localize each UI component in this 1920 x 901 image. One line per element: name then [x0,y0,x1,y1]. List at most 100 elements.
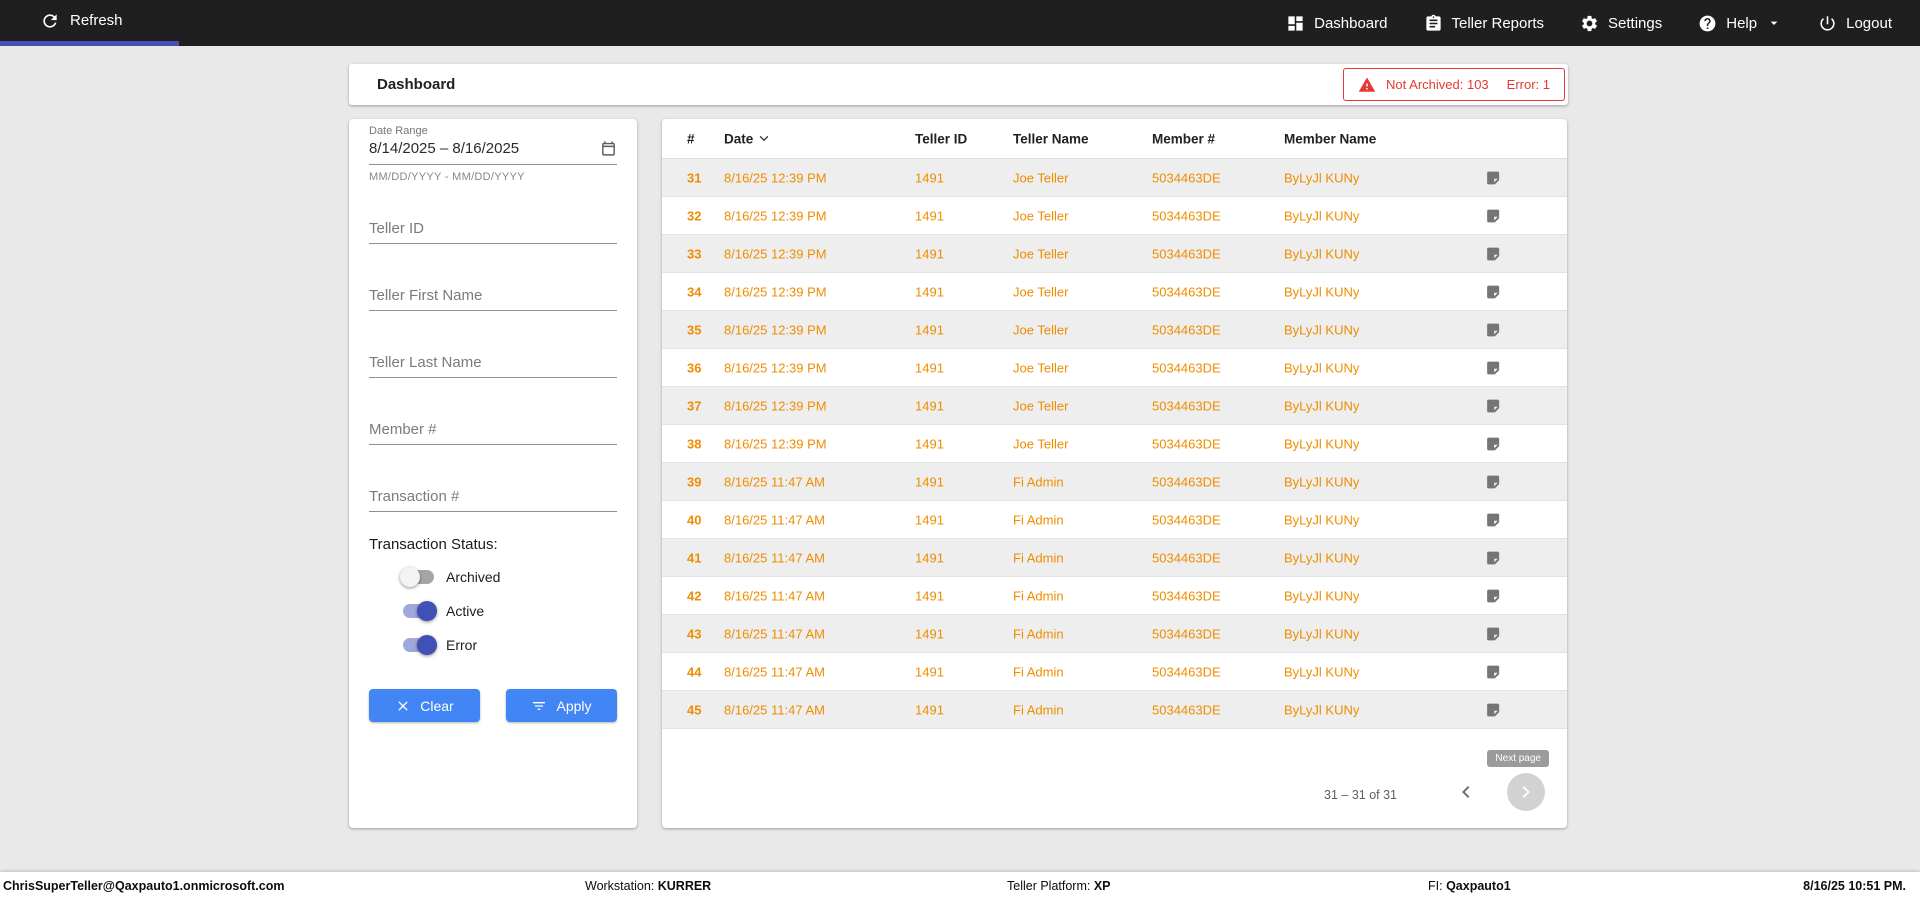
row-teller-id: 1491 [915,474,944,489]
prev-page-button[interactable] [1447,773,1485,811]
row-member-name: ByLyJl KUNy [1284,246,1360,261]
row-teller-id: 1491 [915,664,944,679]
row-member-name: ByLyJl KUNy [1284,588,1360,603]
clear-button[interactable]: Clear [369,689,480,722]
footer-platform-label: Teller Platform: [1007,879,1091,893]
table-row[interactable]: 35 8/16/25 12:39 PM 1491 Joe Teller 5034… [662,311,1567,349]
note-icon[interactable] [1485,321,1502,338]
note-icon[interactable] [1485,549,1502,566]
teller-last-name-input[interactable] [369,350,617,378]
row-member-name: ByLyJl KUNy [1284,170,1360,185]
nav-help[interactable]: Help [1698,14,1782,33]
toggle-error[interactable]: Error [400,631,477,659]
alert-error-count: Error: 1 [1506,77,1550,92]
table-row[interactable]: 39 8/16/25 11:47 AM 1491 Fi Admin 503446… [662,463,1567,501]
col-header-member-number[interactable]: Member # [1152,131,1215,146]
date-range-input[interactable]: 8/14/2025 – 8/16/2025 [369,140,617,165]
row-teller-name: Fi Admin [1013,702,1064,717]
toggle-active[interactable]: Active [400,597,484,625]
filter-icon [533,701,546,710]
teller-first-name-input[interactable] [369,283,617,311]
top-navigation: Dashboard Teller Reports Settings Help L… [1286,0,1892,46]
note-icon[interactable] [1485,663,1502,680]
nav-help-label: Help [1726,14,1758,32]
table-row[interactable]: 45 8/16/25 11:47 AM 1491 Fi Admin 503446… [662,691,1567,729]
row-teller-id: 1491 [915,512,944,527]
apply-button[interactable]: Apply [506,689,617,722]
row-teller-id: 1491 [915,360,944,375]
nav-dashboard[interactable]: Dashboard [1286,14,1388,33]
chevron-down-icon [1770,21,1778,25]
footer-datetime: 8/16/25 10:51 PM. [1803,879,1906,893]
table-row[interactable]: 36 8/16/25 12:39 PM 1491 Joe Teller 5034… [662,349,1567,387]
row-teller-id: 1491 [915,322,944,337]
table-row[interactable]: 32 8/16/25 12:39 PM 1491 Joe Teller 5034… [662,197,1567,235]
col-header-teller-id[interactable]: Teller ID [915,131,967,146]
note-icon[interactable] [1485,207,1502,224]
table-row[interactable]: 38 8/16/25 12:39 PM 1491 Joe Teller 5034… [662,425,1567,463]
row-member-name: ByLyJl KUNy [1284,398,1360,413]
row-member-number: 5034463DE [1152,246,1221,261]
calendar-icon[interactable] [600,140,617,157]
table-row[interactable]: 33 8/16/25 12:39 PM 1491 Joe Teller 5034… [662,235,1567,273]
note-icon[interactable] [1485,587,1502,604]
alert-badge: Not Archived: 103 Error: 1 [1343,68,1565,101]
toggle-archived[interactable]: Archived [400,563,500,591]
col-header-teller-name[interactable]: Teller Name [1013,131,1089,146]
note-icon[interactable] [1485,701,1502,718]
note-icon[interactable] [1485,359,1502,376]
archived-switch[interactable] [400,567,437,587]
note-icon[interactable] [1485,473,1502,490]
row-member-number: 5034463DE [1152,588,1221,603]
next-page-tooltip: Next page [1487,750,1549,767]
row-number: 43 [687,626,702,641]
next-page-button[interactable] [1507,773,1545,811]
refresh-icon [43,13,57,28]
error-switch[interactable] [400,635,437,655]
col-header-date[interactable]: Date [724,131,771,146]
refresh-button[interactable]: Refresh [40,0,123,41]
table-row[interactable]: 44 8/16/25 11:47 AM 1491 Fi Admin 503446… [662,653,1567,691]
status-bar: ChrisSuperTeller@Qaxpauto1.onmicrosoft.c… [0,872,1920,901]
row-teller-id: 1491 [915,702,944,717]
table-row[interactable]: 31 8/16/25 12:39 PM 1491 Joe Teller 5034… [662,159,1567,197]
row-number: 32 [687,208,702,223]
power-icon [1820,15,1835,31]
note-icon[interactable] [1485,435,1502,452]
note-icon[interactable] [1485,625,1502,642]
note-icon[interactable] [1485,245,1502,262]
nav-settings[interactable]: Settings [1580,14,1662,33]
footer-workstation: Workstation: KURRER [585,872,711,901]
table-row[interactable]: 43 8/16/25 11:47 AM 1491 Fi Admin 503446… [662,615,1567,653]
table-row[interactable]: 41 8/16/25 11:47 AM 1491 Fi Admin 503446… [662,539,1567,577]
row-teller-name: Joe Teller [1013,436,1069,451]
row-teller-name: Joe Teller [1013,208,1069,223]
table-row[interactable]: 37 8/16/25 12:39 PM 1491 Joe Teller 5034… [662,387,1567,425]
note-icon[interactable] [1485,511,1502,528]
alert-not-archived: Not Archived: 103 [1386,77,1489,92]
nav-teller-reports[interactable]: Teller Reports [1424,14,1545,33]
note-icon[interactable] [1485,169,1502,186]
row-member-name: ByLyJl KUNy [1284,360,1360,375]
row-number: 33 [687,246,702,261]
member-number-input[interactable] [369,417,617,445]
table-row[interactable]: 42 8/16/25 11:47 AM 1491 Fi Admin 503446… [662,577,1567,615]
row-date: 8/16/25 11:47 AM [724,664,825,679]
row-date: 8/16/25 12:39 PM [724,398,827,413]
filter-panel: Date Range 8/14/2025 – 8/16/2025 MM/DD/Y… [349,119,637,828]
active-switch[interactable] [400,601,437,621]
transaction-number-input[interactable] [369,484,617,512]
col-header-number[interactable]: # [687,131,695,146]
main-content: Dashboard Not Archived: 103 Error: 1 Dat… [0,46,1920,872]
table-row[interactable]: 40 8/16/25 11:47 AM 1491 Fi Admin 503446… [662,501,1567,539]
nav-logout[interactable]: Logout [1818,14,1892,33]
teller-id-input[interactable] [369,216,617,244]
table-row[interactable]: 34 8/16/25 12:39 PM 1491 Joe Teller 5034… [662,273,1567,311]
gear-icon [1582,15,1597,31]
sort-descending-icon [760,136,769,141]
note-icon[interactable] [1485,283,1502,300]
table-body: 31 8/16/25 12:39 PM 1491 Joe Teller 5034… [662,159,1567,729]
col-header-member-name[interactable]: Member Name [1284,131,1376,146]
nav-teller-reports-label: Teller Reports [1451,14,1545,32]
note-icon[interactable] [1485,397,1502,414]
